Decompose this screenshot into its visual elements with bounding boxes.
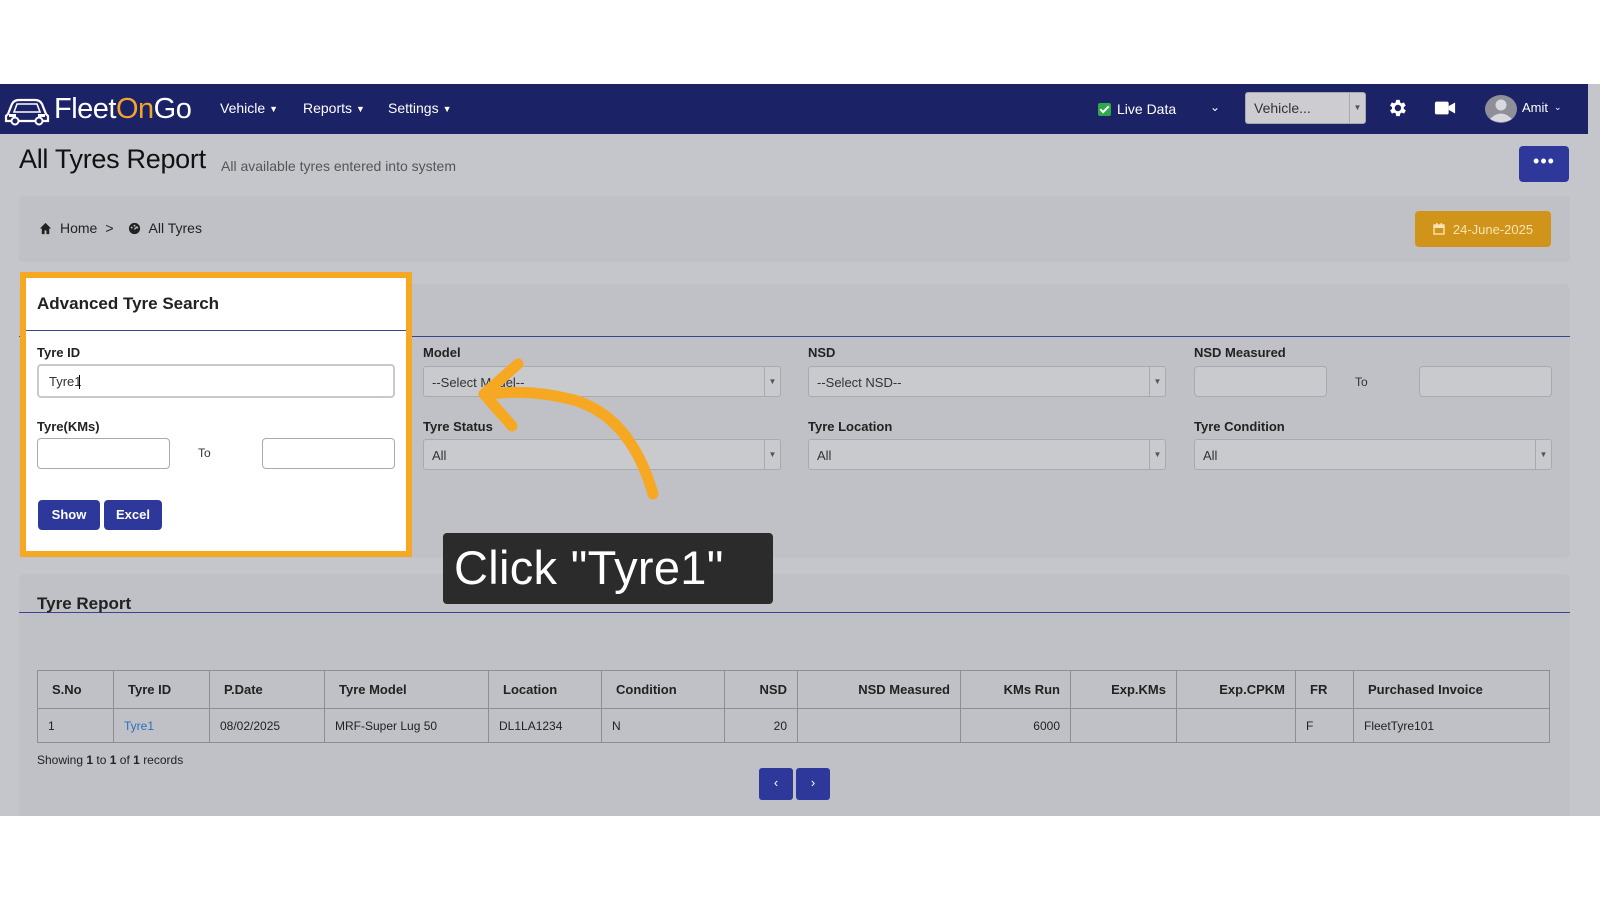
instruction-tooltip: Click "Tyre1" (443, 533, 773, 604)
column-header[interactable]: Condition (601, 670, 725, 709)
home-icon (39, 222, 52, 234)
chevron-down-icon: ▼ (269, 104, 279, 114)
column-header[interactable]: Location (488, 670, 602, 709)
tyre-kms-to-label: To (198, 446, 211, 460)
column-header[interactable]: NSD Measured (797, 670, 961, 709)
breadcrumb-separator: > (105, 220, 114, 236)
video-camera-icon[interactable] (1434, 99, 1456, 117)
tachometer-icon (128, 222, 140, 234)
cell-kms-run: 6000 (960, 708, 1071, 743)
breadcrumb: Home > All Tyres (19, 196, 1570, 262)
next-page-button[interactable]: › (796, 768, 830, 800)
cell-nsd: 20 (724, 708, 798, 743)
tyre-condition-label: Tyre Condition (1194, 419, 1285, 434)
chevron-down-icon: ⌄ (1554, 102, 1562, 112)
nsd-measured-to-label: To (1355, 375, 1368, 389)
column-header[interactable]: Exp.KMs (1070, 670, 1177, 709)
cell-exp-kms (1070, 708, 1177, 743)
pointer-arrow-icon (478, 358, 659, 500)
vehicle-select[interactable]: Vehicle... ▼ (1245, 92, 1366, 124)
column-header[interactable]: KMs Run (960, 670, 1071, 709)
cell-exp-cpkm (1176, 708, 1296, 743)
app-viewport: FleetOnGo Vehicle ▼ Reports ▼ Settings ▼ Li… (0, 84, 1600, 816)
fleetongo-logo[interactable]: FleetOnGo (4, 90, 192, 128)
dropdown-arrow-icon: ▼ (1535, 440, 1551, 469)
dropdown-arrow-icon: ▼ (1149, 367, 1165, 396)
cell-tyre-id-link[interactable]: Tyre1 (113, 708, 210, 743)
cell-tyre-model: MRF-Super Lug 50 (324, 708, 489, 743)
top-navbar: FleetOnGo Vehicle ▼ Reports ▼ Settings ▼ Li… (0, 84, 1588, 134)
live-data-label: Live Data (1117, 101, 1177, 117)
cell-fr: F (1295, 708, 1354, 743)
column-header[interactable]: Tyre Model (324, 670, 489, 709)
logo-text: FleetOnGo (54, 92, 192, 125)
prev-page-button[interactable]: ‹ (759, 768, 793, 800)
gear-icon[interactable] (1386, 97, 1408, 119)
page-subtitle: All available tyres entered into system (221, 158, 456, 174)
column-header[interactable]: S.No (37, 670, 114, 709)
advanced-search-title: Advanced Tyre Search (37, 294, 220, 313)
nsd-measured-to-input[interactable] (1419, 366, 1552, 397)
live-data-checkbox[interactable] (1098, 102, 1111, 116)
nsd-measured-from-input[interactable] (1194, 366, 1327, 397)
show-button[interactable]: Show (38, 500, 100, 530)
menu-vehicle[interactable]: Vehicle ▼ (220, 100, 278, 116)
tyre-report-title: Tyre Report (37, 594, 132, 613)
tyre-kms-from-input[interactable] (37, 438, 170, 469)
calendar-icon (1433, 223, 1445, 235)
dropdown-arrow-icon: ▼ (764, 367, 780, 396)
cell-condition: N (601, 708, 725, 743)
table-header-row: S.No Tyre ID P.Date Tyre Model Location … (37, 670, 1550, 709)
column-header[interactable]: Exp.CPKM (1176, 670, 1296, 709)
tyre-location-label: Tyre Location (808, 419, 893, 434)
more-options-button[interactable]: ••• (1519, 146, 1569, 182)
tyre-report-table: S.No Tyre ID P.Date Tyre Model Location … (37, 670, 1550, 743)
chevron-down-icon: ▼ (442, 104, 452, 114)
dropdown-arrow-icon: ▼ (1149, 440, 1165, 469)
tyre-location-select[interactable]: All ▼ (808, 439, 1166, 470)
tyre-condition-select[interactable]: All ▼ (1194, 439, 1552, 470)
records-summary: Showing 1 to 1 of 1 records (37, 753, 184, 767)
live-data-toggle[interactable]: Live Data (1098, 101, 1176, 117)
column-header[interactable]: P.Date (209, 670, 325, 709)
tyre-id-input[interactable]: Tyre1 (37, 364, 395, 398)
excel-button[interactable]: Excel (104, 500, 162, 530)
model-label: Model (423, 345, 461, 360)
cell-purchased-invoice: FleetTyre101 (1353, 708, 1550, 743)
user-menu[interactable]: Amit ⌄ (1522, 100, 1562, 115)
cell-pdate: 08/02/2025 (209, 708, 325, 743)
car-icon (4, 98, 50, 126)
dropdown-arrow-icon: ▼ (764, 440, 780, 469)
nsd-select[interactable]: --Select NSD-- ▼ (808, 366, 1166, 397)
column-header[interactable]: NSD (724, 670, 798, 709)
tyre-kms-to-input[interactable] (262, 438, 395, 469)
tyre-id-label: Tyre ID (37, 345, 81, 360)
column-header[interactable]: Purchased Invoice (1353, 670, 1550, 709)
dropdown-arrow-icon: ▼ (1349, 93, 1365, 123)
nsd-label: NSD (808, 345, 836, 360)
chevron-down-icon[interactable]: ⌄ (1210, 100, 1220, 114)
menu-reports[interactable]: Reports ▼ (303, 100, 365, 116)
date-button[interactable]: 24-June-2025 (1415, 211, 1551, 247)
breadcrumb-home[interactable]: Home (60, 220, 97, 236)
column-header[interactable]: Tyre ID (113, 670, 210, 709)
cell-nsd-measured (797, 708, 961, 743)
cell-location: DL1LA1234 (488, 708, 602, 743)
nsd-measured-label: NSD Measured (1194, 345, 1286, 360)
page-title: All Tyres Report (19, 144, 206, 174)
table-row: 1 Tyre1 08/02/2025 MRF-Super Lug 50 DL1L… (37, 708, 1550, 743)
cell-sno: 1 (37, 708, 114, 743)
menu-settings[interactable]: Settings ▼ (388, 100, 452, 116)
user-avatar-icon[interactable] (1484, 94, 1518, 124)
column-header[interactable]: FR (1295, 670, 1354, 709)
breadcrumb-current: All Tyres (148, 220, 202, 236)
tyre-kms-label: Tyre(KMs) (37, 419, 100, 434)
chevron-down-icon: ▼ (356, 104, 365, 114)
